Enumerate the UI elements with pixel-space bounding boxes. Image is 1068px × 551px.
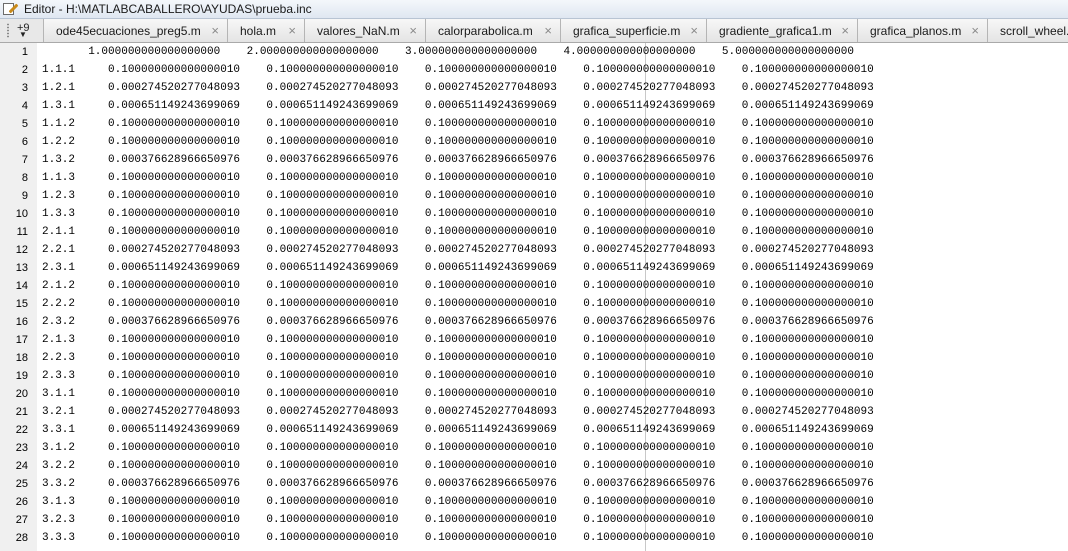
chevron-down-icon: ▼ <box>19 30 27 39</box>
line-number: 9 <box>21 190 28 202</box>
document-tab[interactable]: grafica_superficie.m × <box>561 19 707 42</box>
line-number: 11 <box>16 226 28 238</box>
line-text: 3.3.2 0.000376628966650976 0.00037662896… <box>42 478 874 490</box>
line-number: 17 <box>15 334 28 346</box>
line-text: 3.2.1 0.000274520277048093 0.00027452027… <box>42 406 874 418</box>
line-text: 1.3.3 0.100000000000000010 0.10000000000… <box>42 208 874 220</box>
tab-label: hola.m <box>240 23 277 38</box>
line-number: 15 <box>15 298 28 310</box>
line-number: 3 <box>21 82 28 94</box>
line-number: 13 <box>15 262 28 274</box>
tab-label: grafica_superficie.m <box>573 23 681 38</box>
line-text: 1.1.3 0.100000000000000010 0.10000000000… <box>42 172 874 184</box>
line-text: 2.1.2 0.100000000000000010 0.10000000000… <box>42 280 874 292</box>
line-text: 3.3.1 0.000651149243699069 0.00065114924… <box>42 424 874 436</box>
line-number: 21 <box>15 406 28 418</box>
line-number: 20 <box>15 388 28 400</box>
line-number: 5 <box>21 118 28 130</box>
line-text: 3.2.2 0.100000000000000010 0.10000000000… <box>42 460 874 472</box>
line-text: 3.1.1 0.100000000000000010 0.10000000000… <box>42 388 874 400</box>
line-text: 2.1.3 0.100000000000000010 0.10000000000… <box>42 334 874 346</box>
line-number: 22 <box>15 424 28 436</box>
line-number: 24 <box>15 460 28 472</box>
line-text: 1.1.1 0.100000000000000010 0.10000000000… <box>42 64 874 76</box>
line-number: 8 <box>21 172 28 184</box>
document-tab[interactable]: valores_NaN.m × <box>305 19 426 42</box>
line-number: 16 <box>15 316 28 328</box>
close-icon[interactable]: × <box>971 24 979 37</box>
close-icon[interactable]: × <box>211 24 219 37</box>
tab-overflow-button[interactable]: +9 ▼ <box>0 19 44 42</box>
document-tab[interactable]: gradiente_grafica1.m × <box>707 19 858 42</box>
document-tab-bar: +9 ▼ ode45ecuaciones_preg5.m × hola.m × valo… <box>0 19 1068 43</box>
tab-label: ode45ecuaciones_preg5.m <box>56 23 201 38</box>
tab-label: grafica_planos.m <box>870 23 962 38</box>
title-bar[interactable]: Editor - H:\MATLABCABALLERO\AYUDAS\prueb… <box>0 0 1068 19</box>
line-text: 2.2.1 0.000274520277048093 0.00027452027… <box>42 244 874 256</box>
close-icon[interactable]: × <box>288 24 296 37</box>
close-icon[interactable]: × <box>409 24 417 37</box>
line-number: 26 <box>15 496 28 508</box>
editor-pane[interactable]: 1 1.000000000000000000 2.000000000000000… <box>0 43 1068 551</box>
line-number: 4 <box>21 100 28 112</box>
editor-icon <box>2 2 19 16</box>
line-text: 3.1.3 0.100000000000000010 0.10000000000… <box>42 496 874 508</box>
window-title: Editor - H:\MATLABCABALLERO\AYUDAS\prueb… <box>24 2 312 16</box>
line-text: 2.2.3 0.100000000000000010 0.10000000000… <box>42 352 874 364</box>
document-tab[interactable]: ode45ecuaciones_preg5.m × <box>44 19 228 42</box>
line-number: 14 <box>15 280 28 292</box>
tab-label: gradiente_grafica1.m <box>719 23 832 38</box>
line-text: 1.2.3 0.100000000000000010 0.10000000000… <box>42 190 874 202</box>
line-number: 18 <box>15 352 28 364</box>
line-text: 3.1.2 0.100000000000000010 0.10000000000… <box>42 442 874 454</box>
line-number: 10 <box>15 208 28 220</box>
line-text: 3.3.3 0.100000000000000010 0.10000000000… <box>42 532 874 544</box>
document-tab[interactable]: grafica_planos.m × <box>858 19 988 42</box>
line-number: 23 <box>15 442 28 454</box>
close-icon[interactable]: × <box>690 24 698 37</box>
line-text: 1.3.1 0.000651149243699069 0.00065114924… <box>42 100 874 112</box>
document-tab[interactable]: hola.m × <box>228 19 305 42</box>
tab-label: scroll_wheel.m <box>1000 23 1068 38</box>
close-icon[interactable]: × <box>841 24 849 37</box>
line-number: 25 <box>15 478 28 490</box>
tab-label: calorparabolica.m <box>438 23 533 38</box>
document-tab[interactable]: scroll_wheel.m <box>988 19 1068 42</box>
line-number: 27 <box>15 514 28 526</box>
line-text: 3.2.3 0.100000000000000010 0.10000000000… <box>42 514 874 526</box>
tab-label: valores_NaN.m <box>317 23 400 38</box>
line-number: 1 <box>21 46 28 58</box>
drag-grip-icon[interactable] <box>6 23 10 38</box>
line-number: 7 <box>21 154 28 166</box>
line-text: 2.1.1 0.100000000000000010 0.10000000000… <box>42 226 874 238</box>
line-number: 19 <box>15 370 28 382</box>
line-number: 28 <box>15 532 28 544</box>
line-text: 2.3.1 0.000651149243699069 0.00065114924… <box>42 262 874 274</box>
line-text: 2.2.2 0.100000000000000010 0.10000000000… <box>42 298 874 310</box>
close-icon[interactable]: × <box>544 24 552 37</box>
line-text: 1.2.1 0.000274520277048093 0.00027452027… <box>42 82 874 94</box>
line-number: 2 <box>21 64 28 76</box>
line-text: 1.2.2 0.100000000000000010 0.10000000000… <box>42 136 874 148</box>
line-text: 1.1.2 0.100000000000000010 0.10000000000… <box>42 118 874 130</box>
line-text: 2.3.3 0.100000000000000010 0.10000000000… <box>42 370 874 382</box>
line-text: 2.3.2 0.000376628966650976 0.00037662896… <box>42 316 874 328</box>
line-number: 6 <box>21 136 28 148</box>
line-text: 1.3.2 0.000376628966650976 0.00037662896… <box>42 154 874 166</box>
line-number: 12 <box>15 244 28 256</box>
line-text: 1.000000000000000000 2.00000000000000000… <box>42 46 854 58</box>
document-tab[interactable]: calorparabolica.m × <box>426 19 561 42</box>
